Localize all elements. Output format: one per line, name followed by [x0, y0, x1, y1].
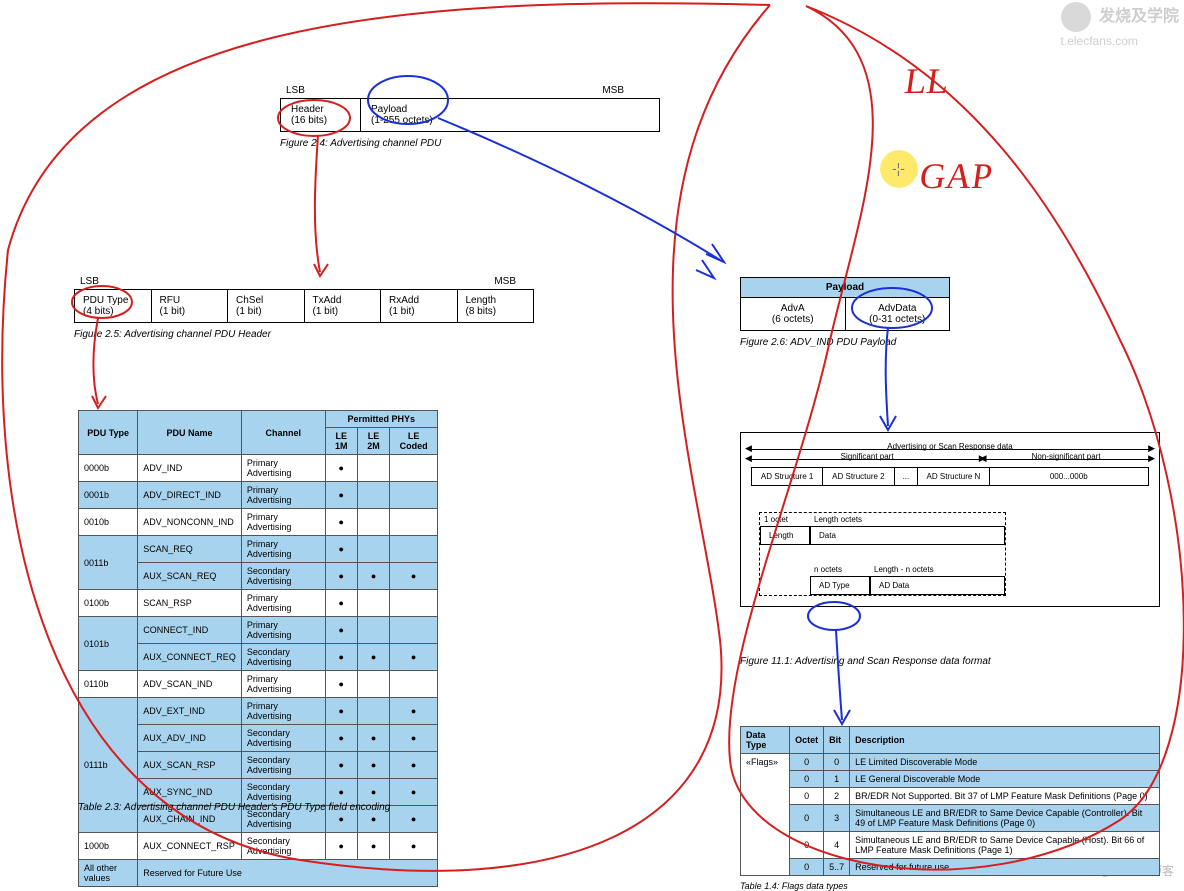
header-field: RFU(1 bit) [152, 290, 229, 322]
fig25-caption: Figure 2.5: Advertising channel PDU Head… [74, 329, 534, 340]
header-field: ChSel(1 bit) [228, 290, 305, 322]
cursor-highlight: -¦- [880, 150, 918, 188]
th-datatype: Data Type [741, 727, 790, 754]
msb-label: MSB [602, 85, 624, 96]
header-field: PDU Type(4 bits) [75, 290, 152, 322]
th-pdu-type: PDU Type [79, 411, 138, 455]
header-sub: (16 bits) [291, 115, 327, 126]
handwriting-gap: GAP [917, 155, 995, 197]
table-row: 02BR/EDR Not Supported. Bit 37 of LMP Fe… [741, 788, 1160, 805]
figure-2-5: LSB MSB PDU Type(4 bits)RFU(1 bit)ChSel(… [74, 276, 534, 340]
figure-11-1: Advertising or Scan Response data Signif… [740, 432, 1160, 607]
advdata-label: AdvData [878, 303, 916, 314]
ad-structure-detail: 1 octet Length octets Length Data n octe… [759, 512, 1006, 596]
table-row: 0100bSCAN_RSPPrimary Advertising● [79, 590, 438, 617]
header-field: TxAdd(1 bit) [305, 290, 382, 322]
length-cell: Length [760, 526, 810, 545]
table-1-4: Data Type Octet Bit Description «Flags»0… [740, 726, 1160, 876]
data-cell: Data [810, 526, 1005, 545]
advdata-sub: (0-31 octets) [869, 314, 925, 325]
handwriting-ll: LL [902, 60, 952, 102]
th-desc: Description [850, 727, 1160, 754]
addata-cell: AD Data [870, 576, 1005, 595]
watermark-top: 发烧及学院 t.elecfans.com [1061, 2, 1179, 50]
adtype-cell: AD Type [810, 576, 870, 595]
adva-sub: (6 octets) [772, 314, 814, 325]
msb-label: MSB [494, 276, 516, 287]
header-label: Header [291, 104, 324, 115]
fig24-caption: Figure 2.4: Advertising channel PDU [280, 138, 660, 149]
th-channel: Channel [241, 411, 325, 455]
table-2-3: PDU Type PDU Name Channel Permitted PHYs… [78, 410, 438, 887]
n-octets-label: n octets [814, 565, 874, 574]
tbl23-caption: Table 2.3: Advertising channel PDU Heade… [78, 802, 390, 813]
table-row: 0010bADV_NONCONN_INDPrimary Advertising● [79, 509, 438, 536]
th-pdu-name: PDU Name [138, 411, 242, 455]
payload-label: Payload [371, 104, 407, 115]
lsb-label: LSB [80, 276, 99, 287]
table-row: «Flags»00LE Limited Discoverable Mode [741, 754, 1160, 771]
watermark-url: t.elecfans.com [1061, 34, 1138, 48]
octet-1-label: 1 octet [764, 515, 814, 524]
ad-structure-cell: AD Structure 2 [823, 468, 894, 485]
table-row: 03Simultaneous LE and BR/EDR to Same Dev… [741, 805, 1160, 832]
table-row: 05..7Reserved for future use [741, 859, 1160, 876]
figure-2-6: Payload AdvA (6 octets) AdvData (0-31 oc… [740, 277, 950, 348]
table-row: 0101bCONNECT_INDPrimary Advertising● [79, 617, 438, 644]
table-row: 04Simultaneous LE and BR/EDR to Same Dev… [741, 832, 1160, 859]
payload-sub: (1-255 octets) [371, 115, 433, 126]
th-lecoded: LE Coded [390, 428, 438, 455]
table-row: 1000bAUX_CONNECT_RSPSecondary Advertisin… [79, 833, 438, 860]
th-le1m: LE 1M [325, 428, 357, 455]
th-bit: Bit [824, 727, 850, 754]
header-field: RxAdd(1 bit) [381, 290, 458, 322]
th-le2m: LE 2M [357, 428, 389, 455]
length-octets-label: Length octets [814, 515, 862, 524]
table-row: All other valuesReserved for Future Use [79, 860, 438, 887]
watermark-text: 发烧及学院 [1099, 8, 1179, 25]
logo-icon [1061, 2, 1091, 32]
table-row: 01LE General Discoverable Mode [741, 771, 1160, 788]
adva-label: AdvA [781, 303, 805, 314]
ad-structure-cell: ... [895, 468, 919, 485]
cursor-icon: -¦- [892, 160, 905, 176]
length-n-label: Length - n octets [874, 565, 934, 574]
fig26-caption: Figure 2.6: ADV_IND PDU Payload [740, 337, 950, 348]
th-phys: Permitted PHYs [325, 411, 437, 428]
ad-structure-cell: 000...000b [990, 468, 1148, 485]
header-field: Length(8 bits) [458, 290, 534, 322]
th-octet: Octet [790, 727, 824, 754]
table-row: 0011bSCAN_REQPrimary Advertising● [79, 536, 438, 563]
payload-header: Payload [740, 277, 950, 298]
fig111-caption: Figure 11.1: Advertising and Scan Respon… [740, 656, 991, 667]
table-row: 0000bADV_INDPrimary Advertising● [79, 455, 438, 482]
figure-2-4: LSB MSB Header (16 bits) Payload (1-255 … [280, 85, 660, 149]
lsb-label: LSB [286, 85, 305, 96]
ad-structure-cell: AD Structure 1 [752, 468, 823, 485]
ad-structure-cell: AD Structure N [918, 468, 989, 485]
table-row: 0111bADV_EXT_INDPrimary Advertising●● [79, 698, 438, 725]
table-row: 0001bADV_DIRECT_INDPrimary Advertising● [79, 482, 438, 509]
table-row: 0110bADV_SCAN_INDPrimary Advertising● [79, 671, 438, 698]
